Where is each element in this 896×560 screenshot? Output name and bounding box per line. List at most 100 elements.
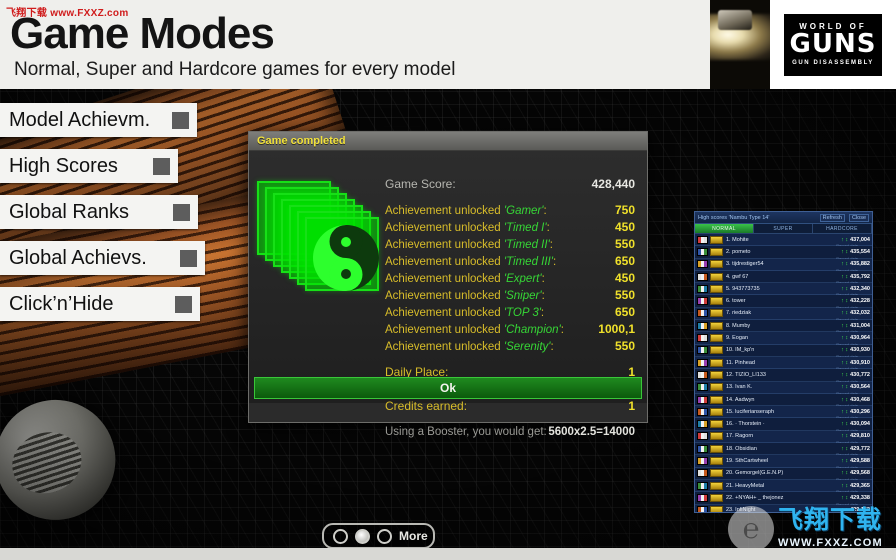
high-scores-panel: High scores 'Nambu Type 14' Refresh Clos… xyxy=(694,211,873,513)
player-name: 13. Ivan K. xyxy=(726,384,753,391)
high-score-row[interactable]: 10. IM_kp'n↑ ↕430,930Record date xyxy=(695,344,872,359)
menu-item-click-n-hide[interactable]: Click’n’Hide xyxy=(0,287,200,321)
high-score-row[interactable]: 9. Eogan↑ ↕430,964Record date xyxy=(695,332,872,347)
player-name: 12. TIZIO_LI133 xyxy=(726,371,766,378)
achievement-value: 450 xyxy=(614,271,635,285)
high-scores-list[interactable]: 1. Mohite↑ ↕437,004Record date2. pometo↑… xyxy=(695,234,872,512)
yin-yang-dot-light xyxy=(341,237,351,247)
high-score-row[interactable]: 15. luciferianseraph↑ ↕430,296Record dat… xyxy=(695,406,872,420)
tab-normal[interactable]: NORMAL xyxy=(695,224,754,233)
high-score-row[interactable]: 2. pometo↑ ↕435,554Record date xyxy=(695,246,872,261)
main-menu: Model Achievm. High Scores Global Ranks … xyxy=(0,103,206,333)
player-name: 16. · Thorstein · xyxy=(726,421,765,428)
medal-icon xyxy=(710,235,723,244)
square-icon xyxy=(180,250,197,267)
country-flag-icon xyxy=(697,493,708,502)
watermark-cn: 飞翔下载 xyxy=(778,506,883,534)
refresh-button[interactable]: Refresh xyxy=(819,213,845,222)
achievement-row: Achievement unlocked 'Expert': 450 xyxy=(385,271,635,288)
pager-dot-3[interactable] xyxy=(377,528,392,544)
rank-change-icon: ↑ ↕ xyxy=(841,310,849,317)
country-flag-icon xyxy=(697,272,708,281)
menu-item-high-scores[interactable]: High Scores xyxy=(0,149,178,183)
player-name: 5. 943773735 xyxy=(726,285,760,292)
country-flag-icon xyxy=(697,481,708,490)
country-flag-icon xyxy=(697,297,708,306)
achievement-row: Achievement unlocked 'Serenity': 550 xyxy=(385,339,635,356)
medal-icon xyxy=(710,247,723,256)
high-score-row[interactable]: 14. Aadwyn↑ ↕430,468Record date xyxy=(695,393,872,408)
menu-item-label: High Scores xyxy=(9,154,118,177)
player-name: 3. tijdrestiger54 xyxy=(726,261,764,268)
header-text-block: 飞翔下载 www.FXXZ.com Game Modes Normal, Sup… xyxy=(0,0,710,89)
high-scores-tabs: NORMAL SUPER HARDCORE xyxy=(695,224,872,234)
menu-item-label: Global Achievs. xyxy=(9,246,147,269)
player-score: 430,564 xyxy=(850,384,870,391)
rank-change-icon: ↑ ↕ xyxy=(841,445,849,452)
menu-item-global-ranks[interactable]: Global Ranks xyxy=(0,195,198,229)
medal-icon xyxy=(710,456,723,465)
dialog-title: Game completed xyxy=(257,135,346,147)
country-flag-icon xyxy=(697,247,708,256)
high-score-row[interactable]: 8. Mumby↑ ↕431,004Record date xyxy=(695,320,872,334)
achievement-value: 650 xyxy=(614,305,635,319)
medal-icon xyxy=(710,284,723,293)
achievement-row: Achievement unlocked 'TOP 3': 650 xyxy=(385,305,635,322)
high-score-row[interactable]: 19. SthCartwheel↑ ↕429,588Record date xyxy=(695,455,872,470)
player-name: 15. luciferianseraph xyxy=(726,408,775,415)
tab-hardcore[interactable]: HARDCORE xyxy=(813,224,872,233)
player-name: 1. Mohite xyxy=(726,236,749,243)
high-score-row[interactable]: 11. Pinhead↑ ↕430,910Record date xyxy=(695,356,872,371)
high-score-row[interactable]: 7. riedziak↑ ↕432,032Record date xyxy=(695,307,872,322)
high-score-row[interactable]: 18. Obsidian↑ ↕429,772Record date xyxy=(695,443,872,457)
rank-change-icon: ↑ ↕ xyxy=(841,482,849,489)
page-subtitle: Normal, Super and Hardcore games for eve… xyxy=(14,59,456,80)
pager-dot-2[interactable] xyxy=(355,528,370,544)
square-icon xyxy=(172,112,189,129)
player-name: 8. Mumby xyxy=(726,322,751,329)
high-score-row[interactable]: 13. Ivan K.↑ ↕430,564Record date xyxy=(695,381,872,396)
achievement-label: Achievement unlocked 'Timed II': xyxy=(385,239,553,251)
rank-change-icon: ↑ ↕ xyxy=(841,384,849,391)
ok-button[interactable]: Ok xyxy=(254,377,642,399)
player-score: 435,882 xyxy=(850,261,870,268)
booster-label: Using a Booster, you would get: xyxy=(385,426,547,438)
close-button[interactable]: Close xyxy=(848,213,869,222)
menu-item-global-achievements[interactable]: Global Achievs. xyxy=(0,241,205,275)
tab-super[interactable]: SUPER xyxy=(754,224,813,233)
game-score-row: Game Score: 428,440 xyxy=(385,177,635,194)
achievement-row: Achievement unlocked 'Champion': 1000,1 xyxy=(385,322,635,339)
high-score-row[interactable]: 5. 943773735↑ ↕432,340Record date xyxy=(695,283,872,297)
country-flag-icon xyxy=(697,469,708,478)
medal-icon xyxy=(710,432,723,441)
country-flag-icon xyxy=(697,432,708,441)
achievement-label: Achievement unlocked 'Timed III': xyxy=(385,256,557,268)
menu-item-model-achievements[interactable]: Model Achievm. xyxy=(0,103,197,137)
high-score-row[interactable]: 16. · Thorstein ·↑ ↕430,094Record date xyxy=(695,418,872,433)
player-score: 430,468 xyxy=(850,396,870,403)
player-name: 10. IM_kp'n xyxy=(726,347,755,354)
page-header: 飞翔下载 www.FXXZ.com Game Modes Normal, Sup… xyxy=(0,0,896,89)
high-score-row[interactable]: 21. HeavyMetal↑ ↕429,365Record date xyxy=(695,479,872,494)
high-score-row[interactable]: 1. Mohite↑ ↕437,004Record date xyxy=(695,234,872,248)
booster-hint-row: Using a Booster, you would get: 5600x2.5… xyxy=(385,426,635,443)
dialog-body: Game Score: 428,440 Achievement unlocked… xyxy=(249,151,647,438)
high-score-row[interactable]: 3. tijdrestiger54↑ ↕435,882Record date xyxy=(695,258,872,273)
more-label[interactable]: More xyxy=(399,529,428,543)
high-score-row[interactable]: 20. Gemorgel(G.E.N.P)↑ ↕429,568Record da… xyxy=(695,467,872,482)
player-score: 432,228 xyxy=(850,298,870,305)
country-flag-icon xyxy=(697,395,708,404)
high-score-row[interactable]: 6. tower↑ ↕432,228Record date xyxy=(695,295,872,310)
achievement-label: Achievement unlocked 'Gamer': xyxy=(385,205,547,217)
pager-dot-1[interactable] xyxy=(333,528,348,544)
player-name: 9. Eogan xyxy=(726,335,749,342)
high-score-row[interactable]: 4. gwf 67↑ ↕435,792Record date xyxy=(695,270,872,285)
country-flag-icon xyxy=(697,284,708,293)
player-name: 4. gwf 67 xyxy=(726,273,749,280)
high-score-row[interactable]: 12. TIZIO_LI133↑ ↕430,772Record date xyxy=(695,369,872,384)
watermark-text: 飞翔下载 WWW.FXXZ.COM xyxy=(778,507,896,551)
page-indicator[interactable]: More xyxy=(322,523,435,549)
medal-icon xyxy=(710,297,723,306)
booster-value: 5600x2.5=14000 xyxy=(548,426,635,438)
high-score-row[interactable]: 17. Ragorn↑ ↕429,810Record date xyxy=(695,430,872,445)
